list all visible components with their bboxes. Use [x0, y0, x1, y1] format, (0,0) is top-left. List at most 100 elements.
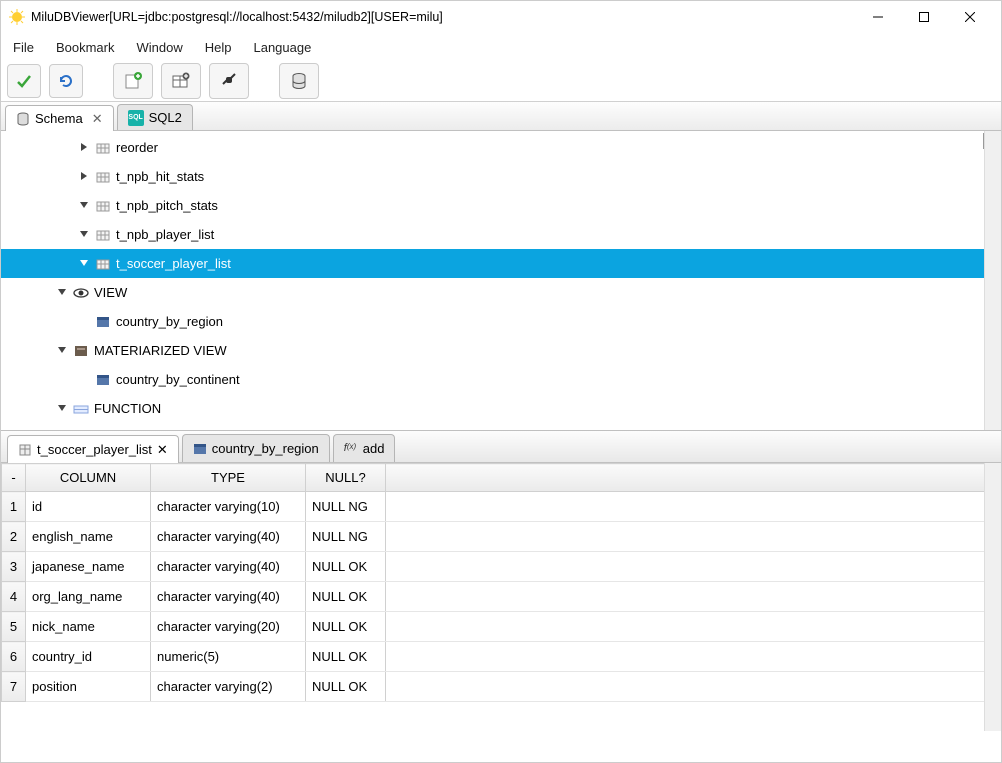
tree-row[interactable]: t_npb_player_list: [1, 220, 1001, 249]
tree-row[interactable]: VIEW: [1, 278, 1001, 307]
cell-type[interactable]: character varying(20): [151, 612, 306, 642]
tree-pane: 1 reordert_npb_hit_statst_npb_pitch_stat…: [1, 131, 1001, 431]
database-button[interactable]: [279, 63, 319, 99]
toolbar: [1, 61, 1001, 101]
tree-row[interactable]: country_by_continent: [1, 365, 1001, 394]
tab-sql2[interactable]: SQL SQL2: [117, 104, 193, 130]
cell-null[interactable]: NULL OK: [306, 642, 386, 672]
menu-language[interactable]: Language: [253, 40, 311, 55]
tree-row[interactable]: t_npb_pitch_stats: [1, 191, 1001, 220]
table-row[interactable]: 6country_idnumeric(5)NULL OK: [2, 642, 1001, 672]
cell-column[interactable]: english_name: [26, 522, 151, 552]
tree-content[interactable]: reordert_npb_hit_statst_npb_pitch_statst…: [1, 131, 1001, 430]
table-row[interactable]: 1idcharacter varying(10)NULL NG: [2, 492, 1001, 522]
cell-type[interactable]: character varying(40): [151, 582, 306, 612]
row-number[interactable]: 7: [2, 672, 26, 702]
tree-arrow-icon[interactable]: [79, 258, 91, 270]
cell-null[interactable]: NULL OK: [306, 672, 386, 702]
cell-column[interactable]: org_lang_name: [26, 582, 151, 612]
tree-item-icon: [95, 227, 111, 243]
close-icon[interactable]: ✕: [157, 442, 168, 458]
tree-arrow-icon[interactable]: [57, 287, 69, 299]
window-controls: [855, 1, 993, 33]
tree-item-icon: [95, 372, 111, 388]
tree-arrow-icon[interactable]: [79, 142, 91, 154]
table-row[interactable]: 5nick_namecharacter varying(20)NULL OK: [2, 612, 1001, 642]
tree-row[interactable]: country_by_region: [1, 307, 1001, 336]
col-header-column[interactable]: COLUMN: [26, 464, 151, 492]
tree-arrow-icon[interactable]: [79, 171, 91, 183]
grid-pane: - COLUMN TYPE NULL? 1idcharacter varying…: [1, 463, 1001, 731]
tree-row[interactable]: t_soccer_player_list: [1, 249, 1001, 278]
titlebar: MiluDBViewer[URL=jdbc:postgresql://local…: [1, 1, 1001, 33]
cell-null[interactable]: NULL NG: [306, 522, 386, 552]
btab-soccer[interactable]: t_soccer_player_list ✕: [7, 435, 179, 463]
tree-item-icon: [73, 343, 89, 359]
table-row[interactable]: 3japanese_namecharacter varying(40)NULL …: [2, 552, 1001, 582]
close-icon[interactable]: ✕: [92, 111, 103, 127]
cell-type[interactable]: character varying(2): [151, 672, 306, 702]
row-number[interactable]: 4: [2, 582, 26, 612]
cell-column[interactable]: nick_name: [26, 612, 151, 642]
menu-file[interactable]: File: [13, 40, 34, 55]
connection-button[interactable]: [209, 63, 249, 99]
row-number[interactable]: 2: [2, 522, 26, 552]
row-number[interactable]: 3: [2, 552, 26, 582]
tree-row[interactable]: reorder: [1, 133, 1001, 162]
table-row[interactable]: 7positioncharacter varying(2)NULL OK: [2, 672, 1001, 702]
tree-row[interactable]: f(x)add: [1, 423, 1001, 430]
col-header-null[interactable]: NULL?: [306, 464, 386, 492]
tree-item-icon: [95, 256, 111, 272]
col-header-type[interactable]: TYPE: [151, 464, 306, 492]
menubar: File Bookmark Window Help Language: [1, 33, 1001, 61]
cell-column[interactable]: japanese_name: [26, 552, 151, 582]
tree-arrow-icon[interactable]: [79, 229, 91, 241]
table-row[interactable]: 4org_lang_namecharacter varying(40)NULL …: [2, 582, 1001, 612]
tree-arrow-icon[interactable]: [79, 200, 91, 212]
cell-column[interactable]: position: [26, 672, 151, 702]
cell-type[interactable]: character varying(40): [151, 552, 306, 582]
tree-arrow-icon[interactable]: [57, 403, 69, 415]
cell-null[interactable]: NULL OK: [306, 582, 386, 612]
cell-null[interactable]: NULL OK: [306, 612, 386, 642]
tree-row[interactable]: MATERIARIZED VIEW: [1, 336, 1001, 365]
tree-arrow-icon[interactable]: [57, 345, 69, 357]
scrollbar[interactable]: [984, 131, 1001, 430]
scrollbar[interactable]: [984, 463, 1001, 731]
minimize-button[interactable]: [855, 1, 901, 33]
btab-country[interactable]: country_by_region: [182, 434, 330, 462]
cell-column[interactable]: country_id: [26, 642, 151, 672]
menu-bookmark[interactable]: Bookmark: [56, 40, 115, 55]
new-table-button[interactable]: [161, 63, 201, 99]
columns-table: - COLUMN TYPE NULL? 1idcharacter varying…: [1, 463, 1001, 702]
rownum-header[interactable]: -: [2, 464, 26, 492]
cell-type[interactable]: numeric(5): [151, 642, 306, 672]
tree-item-icon: [95, 198, 111, 214]
cell-type[interactable]: character varying(40): [151, 522, 306, 552]
menu-window[interactable]: Window: [136, 40, 182, 55]
table-row[interactable]: 2english_namecharacter varying(40)NULL N…: [2, 522, 1001, 552]
row-number[interactable]: 6: [2, 642, 26, 672]
tree-row[interactable]: FUNCTION: [1, 394, 1001, 423]
tab-schema[interactable]: Schema ✕: [5, 105, 114, 131]
btab-label: add: [363, 441, 385, 456]
new-sql-button[interactable]: [113, 63, 153, 99]
cell-null[interactable]: NULL NG: [306, 492, 386, 522]
commit-button[interactable]: [7, 64, 41, 98]
maximize-button[interactable]: [901, 1, 947, 33]
rollback-button[interactable]: [49, 64, 83, 98]
cell-empty: [386, 552, 1001, 582]
btab-add[interactable]: f(x) add: [333, 434, 396, 462]
cell-type[interactable]: character varying(10): [151, 492, 306, 522]
close-button[interactable]: [947, 1, 993, 33]
tree-arrow-icon[interactable]: [79, 316, 91, 328]
row-number[interactable]: 5: [2, 612, 26, 642]
cell-column[interactable]: id: [26, 492, 151, 522]
window-title: MiluDBViewer[URL=jdbc:postgresql://local…: [31, 10, 855, 24]
tree-arrow-icon[interactable]: [79, 374, 91, 386]
tree-row[interactable]: t_npb_hit_stats: [1, 162, 1001, 191]
row-number[interactable]: 1: [2, 492, 26, 522]
tree-item-label: VIEW: [94, 285, 127, 300]
cell-null[interactable]: NULL OK: [306, 552, 386, 582]
menu-help[interactable]: Help: [205, 40, 232, 55]
